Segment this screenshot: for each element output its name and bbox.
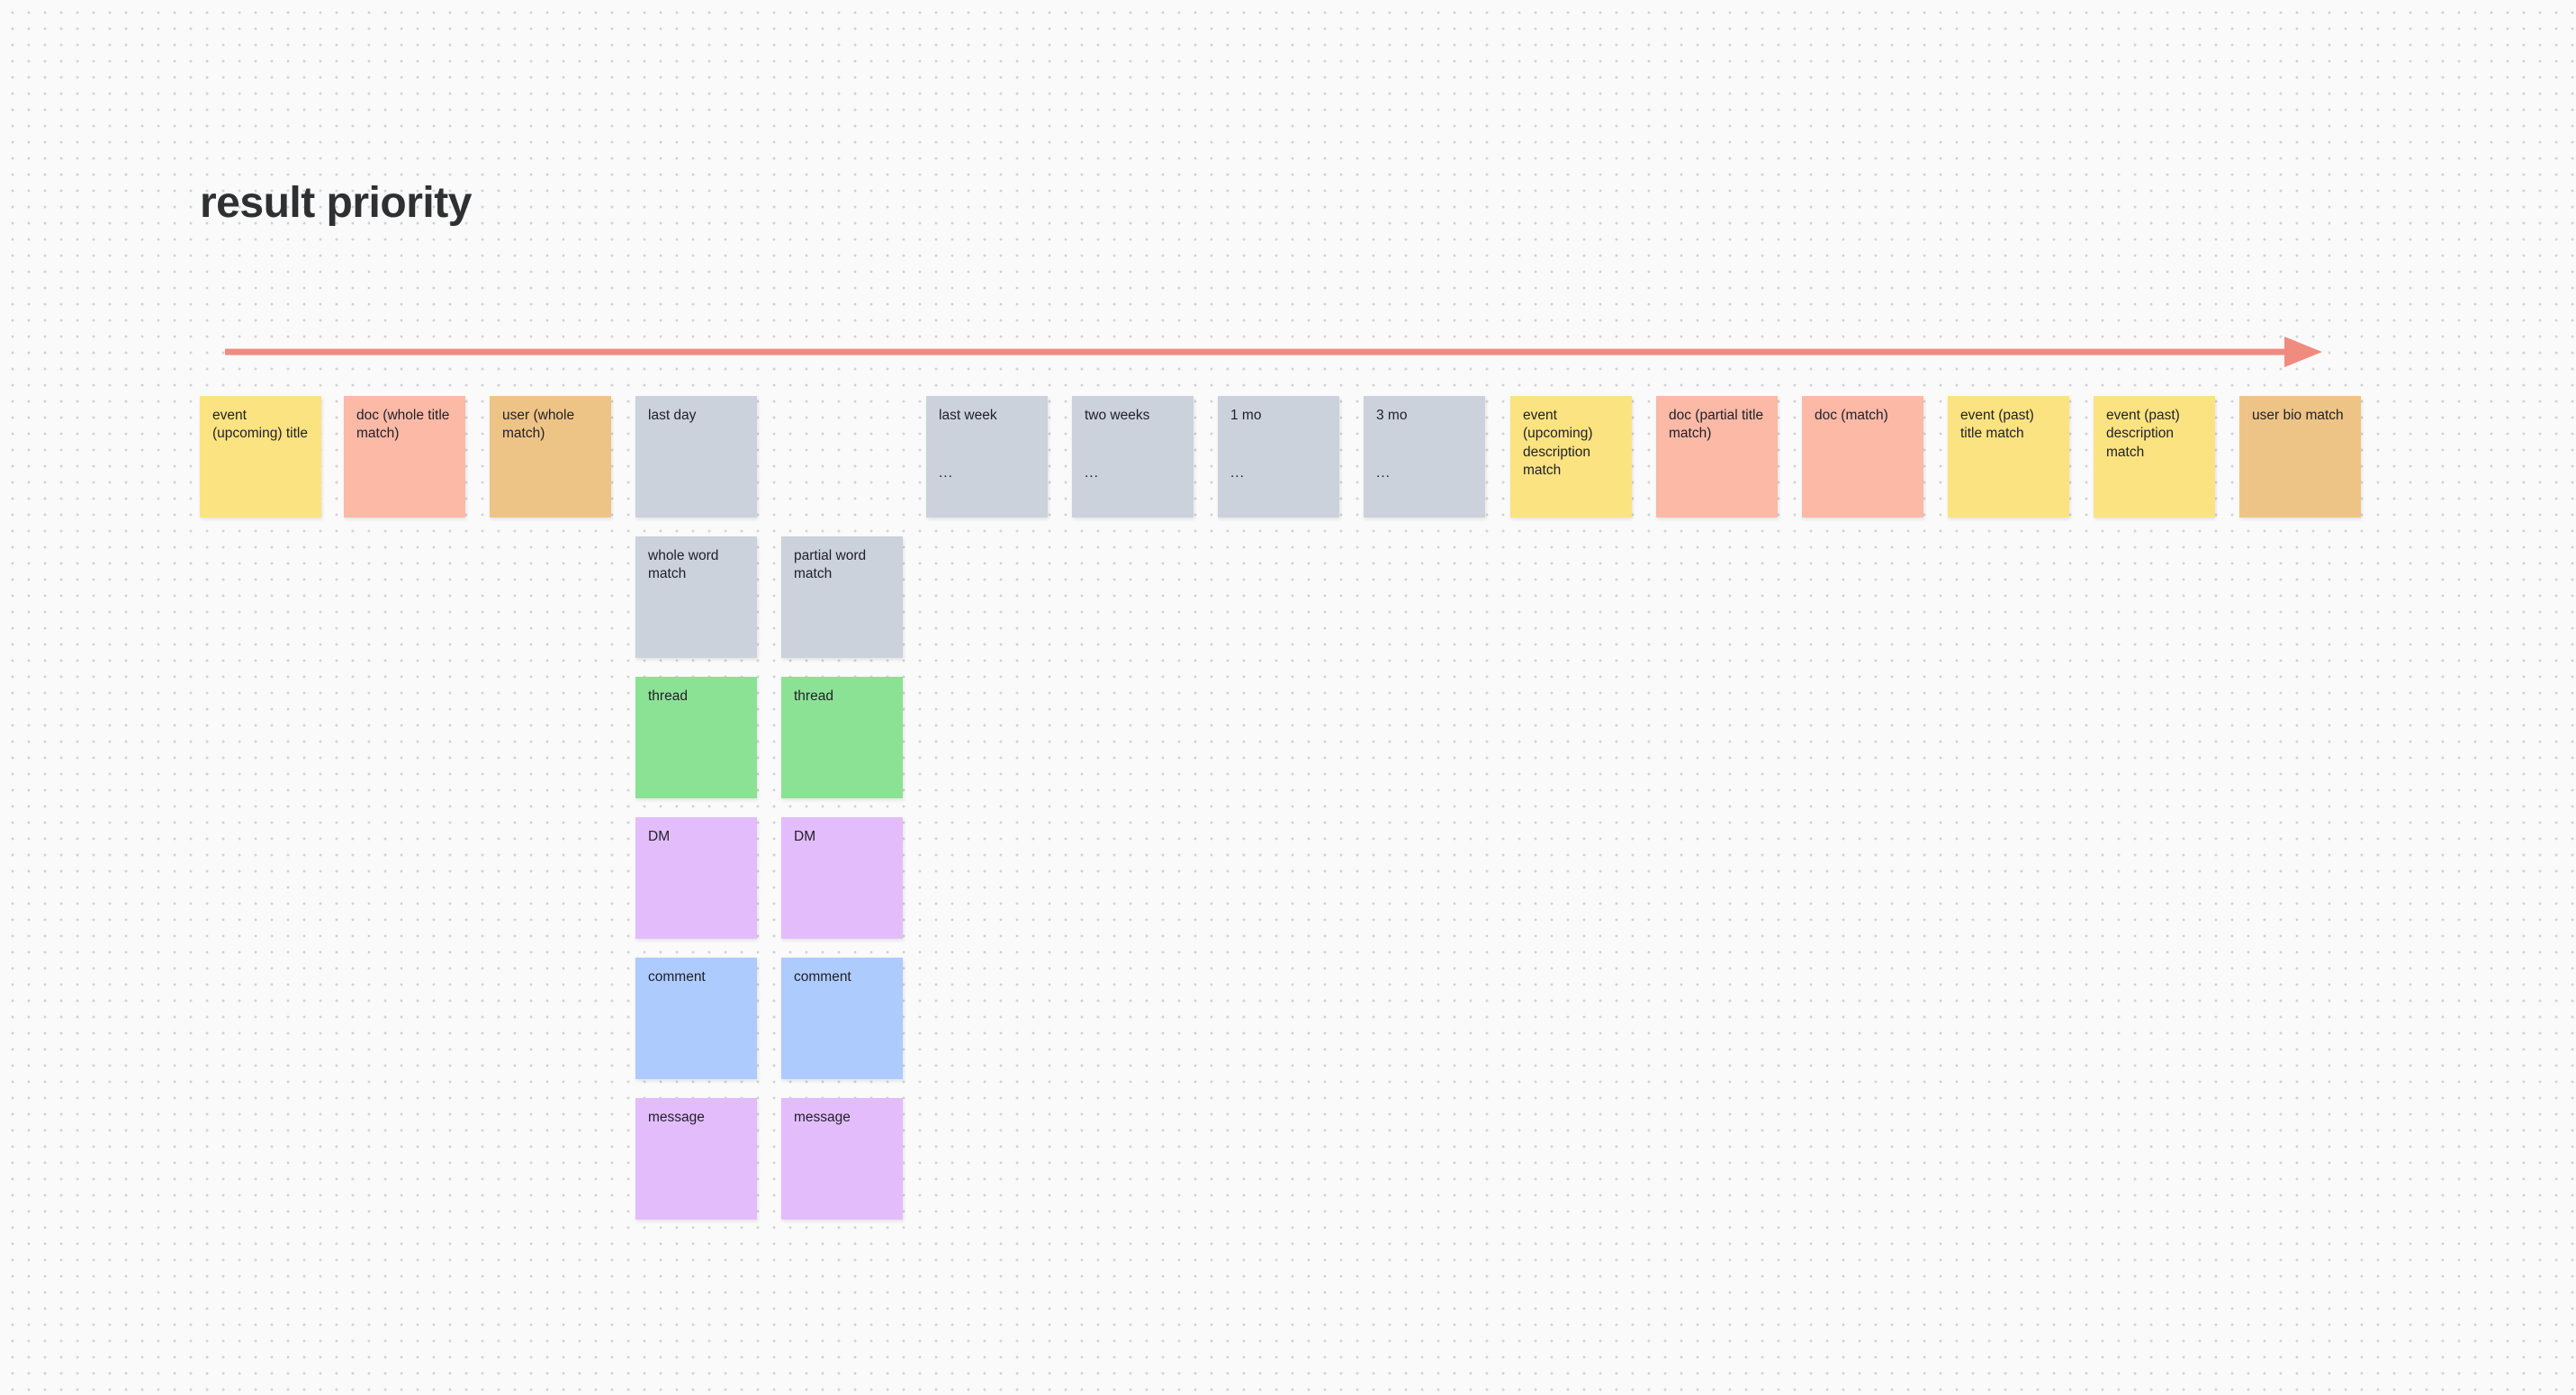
sticky-note-label: event (past) description match <box>2106 408 2180 460</box>
sticky-note-label: thread <box>794 688 833 704</box>
sticky-note-label: user (whole match) <box>502 408 575 442</box>
sticky-note-label: message <box>648 1110 705 1125</box>
sticky-note-event-past-desc-match[interactable]: event (past) description match <box>2094 396 2215 518</box>
priority-direction-arrow <box>225 333 2322 371</box>
sticky-note-comment-whole[interactable]: comment <box>635 958 757 1079</box>
sticky-note-doc-match[interactable]: doc (match) <box>1802 396 1923 518</box>
sticky-note-partial-word-match[interactable]: partial word match <box>781 536 903 658</box>
sticky-note-label: whole word match <box>648 548 719 582</box>
sticky-note-label: DM <box>648 829 671 844</box>
sticky-note-label: event (past) title match <box>1960 408 2034 442</box>
sticky-note-event-upcoming-desc[interactable]: event (upcoming) description match <box>1510 396 1632 518</box>
sticky-note-label: event (upcoming) description match <box>1523 408 1593 479</box>
sticky-note-label: DM <box>794 829 816 844</box>
sticky-note-label: doc (match) <box>1815 408 1888 423</box>
sticky-note-comment-partial[interactable]: comment <box>781 958 903 1079</box>
sticky-note-label: partial word match <box>794 548 867 582</box>
sticky-note-dm-whole[interactable]: DM <box>635 817 757 939</box>
page-title: result priority <box>200 179 472 227</box>
sticky-note-user-whole-match[interactable]: user (whole match) <box>490 396 611 518</box>
sticky-note-two-weeks[interactable]: two weeks... <box>1072 396 1193 518</box>
sticky-note-whole-word-match[interactable]: whole word match <box>635 536 757 658</box>
sticky-note-label: doc (partial title match) <box>1669 408 1764 442</box>
sticky-note-event-past-title-match[interactable]: event (past) title match <box>1948 396 2069 518</box>
sticky-note-message-partial[interactable]: message <box>781 1098 903 1220</box>
sticky-note-thread-partial[interactable]: thread <box>781 677 903 798</box>
sticky-note-dm-partial[interactable]: DM <box>781 817 903 939</box>
sticky-note-thread-whole[interactable]: thread <box>635 677 757 798</box>
sticky-note-message-whole[interactable]: message <box>635 1098 757 1220</box>
sticky-note-label: thread <box>648 688 688 704</box>
sticky-note-label: doc (whole title match) <box>356 408 450 442</box>
sticky-note-event-upcoming-title[interactable]: event (upcoming) title <box>200 396 321 518</box>
sticky-note-one-month[interactable]: 1 mo... <box>1218 396 1339 518</box>
sticky-note-doc-partial-title-match[interactable]: doc (partial title match) <box>1656 396 1778 518</box>
sticky-note-doc-whole-title-match[interactable]: doc (whole title match) <box>344 396 465 518</box>
sticky-note-last-day[interactable]: last day <box>635 396 757 518</box>
sticky-note-ellipsis: ... <box>1376 465 1391 481</box>
sticky-note-label: two weeks <box>1085 408 1150 423</box>
whiteboard-canvas[interactable]: result priority event (upcoming) title do… <box>0 0 2576 1395</box>
sticky-note-ellipsis: ... <box>939 465 953 481</box>
sticky-note-label: 1 mo <box>1230 408 1262 423</box>
sticky-note-three-months[interactable]: 3 mo... <box>1364 396 1485 518</box>
sticky-note-label: 3 mo <box>1376 408 1408 423</box>
sticky-note-label: event (upcoming) title <box>212 408 308 442</box>
sticky-note-label: comment <box>794 969 851 985</box>
sticky-note-user-bio-match[interactable]: user bio match <box>2239 396 2361 518</box>
sticky-note-label: comment <box>648 969 706 985</box>
sticky-note-last-week[interactable]: last week... <box>926 396 1048 518</box>
sticky-note-label: last week <box>939 408 997 423</box>
sticky-note-ellipsis: ... <box>1085 465 1099 481</box>
arrow-head <box>2284 337 2322 367</box>
sticky-note-label: message <box>794 1110 851 1125</box>
sticky-note-ellipsis: ... <box>1230 465 1245 481</box>
sticky-note-label: user bio match <box>2252 408 2344 423</box>
sticky-note-label: last day <box>648 408 697 423</box>
